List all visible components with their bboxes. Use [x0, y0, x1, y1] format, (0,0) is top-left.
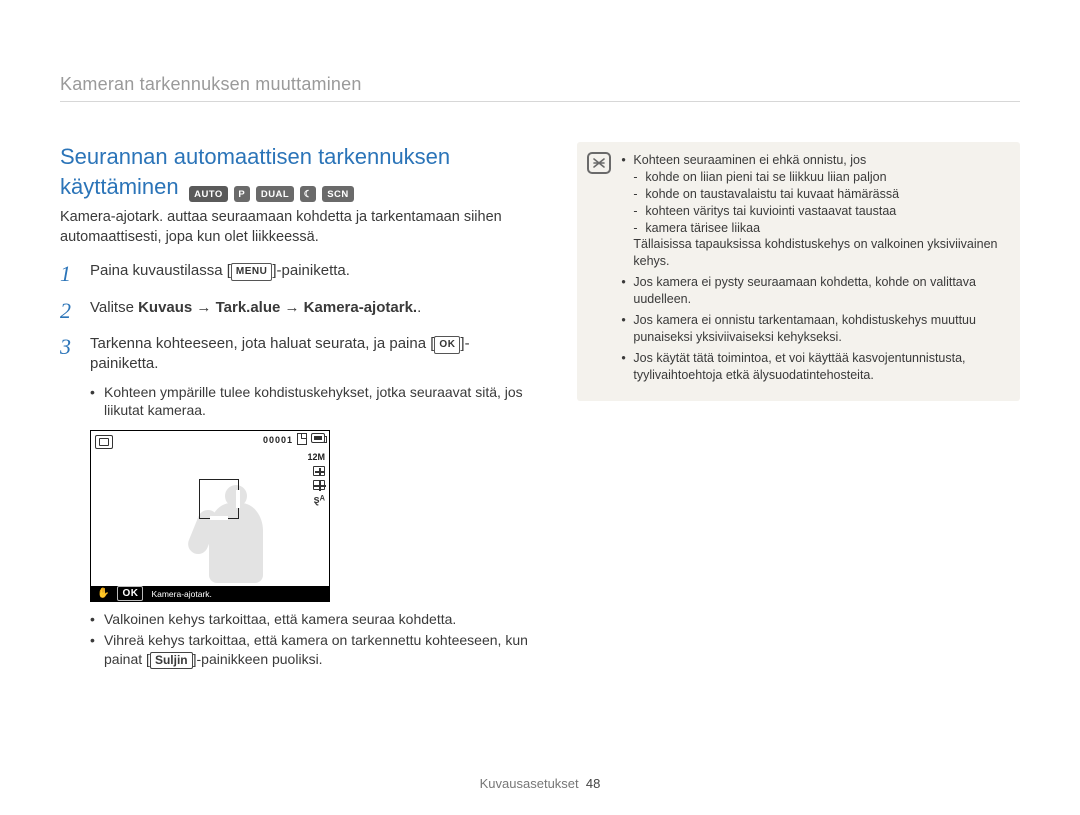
- step-number: 2: [60, 298, 80, 324]
- note-sublist: kohde on liian pieni tai se liikkuu liia…: [633, 169, 1008, 237]
- header-divider: [60, 101, 1020, 102]
- mode-badge-dual: DUAL: [256, 186, 294, 202]
- mode-badge-p: P: [234, 186, 250, 202]
- note-item-tail: Tällaisissa tapauksissa kohdistuskehys o…: [633, 237, 997, 268]
- step-text: Paina kuvaustilassa [MENU]-painiketta.: [90, 261, 537, 281]
- tracking-focus-frame-overlay: [199, 479, 239, 519]
- step-2: 2 Valitse Kuvaus → Tark.alue → Kamera-aj…: [60, 298, 537, 324]
- note-item: Kohteen seuraaminen ei ehkä onnistu, jos…: [621, 152, 1008, 270]
- tracking-mode-label: Kamera-ajotark.: [151, 589, 211, 599]
- note-item: Jos kamera ei onnistu tarkentamaan, kohd…: [621, 312, 1008, 346]
- mode-badge-scn: SCN: [322, 186, 354, 202]
- ok-key-icon: OK: [434, 336, 460, 354]
- list-item: Valkoinen kehys tarkoittaa, että kamera …: [90, 610, 537, 629]
- step-text: Tarkenna kohteeseen, jota haluat seurata…: [90, 334, 537, 375]
- intro-text: Kamera-ajotark. auttaa seuraamaan kohdet…: [60, 208, 537, 247]
- hand-palm-icon: ✋: [97, 588, 109, 599]
- section-title-line2: käyttäminen: [60, 174, 179, 199]
- ok-key-icon: OK: [117, 586, 143, 601]
- footer-section: Kuvausasetukset: [480, 776, 579, 791]
- step2-text-a: Valitse: [90, 299, 138, 316]
- note-box: Kohteen seuraaminen ei ehkä onnistu, jos…: [577, 142, 1020, 401]
- step-1: 1 Paina kuvaustilassa [MENU]-painiketta.: [60, 261, 537, 287]
- camera-mode-icon: [95, 435, 113, 449]
- right-column: Kohteen seuraaminen ei ehkä onnistu, jos…: [577, 142, 1020, 671]
- list-item: Vihreä kehys tarkoittaa, että kamera on …: [90, 631, 537, 669]
- section-title: Seurannan automaattisen tarkennuksen käy…: [60, 142, 537, 202]
- sub-bullet: Kohteen ympärille tulee kohdistuskehykse…: [90, 383, 537, 421]
- step1-text-b: ]-painiketta.: [272, 262, 350, 279]
- flash-icon: ȿᴬ: [314, 494, 325, 506]
- note-list: Kohteen seuraaminen ei ehkä onnistu, jos…: [621, 152, 1008, 383]
- step-number: 3: [60, 334, 80, 360]
- right-icon-stack: 12M ȿᴬ: [307, 453, 325, 506]
- mode-badge-auto: AUTO: [189, 186, 228, 202]
- note-item: Jos käytät tätä toimintoa, et voi käyttä…: [621, 350, 1008, 384]
- note-item-text: Kohteen seuraaminen ei ehkä onnistu, jos: [633, 153, 866, 167]
- step-number: 1: [60, 261, 80, 287]
- step3-text-a: Tarkenna kohteeseen, jota haluat seurata…: [90, 335, 434, 352]
- note-info-icon: [587, 152, 611, 174]
- note-subitem: kohde on liian pieni tai se liikkuu liia…: [633, 169, 1008, 186]
- battery-icon: [311, 433, 325, 443]
- step2-bold-path: Kuvaus → Tark.alue → Kamera-ajotark.: [138, 299, 417, 316]
- camera-bottom-bar: ✋ OK Kamera-ajotark.: [91, 586, 329, 601]
- page: Kameran tarkennuksen muuttaminen Seurann…: [0, 0, 1080, 815]
- af-point-icon: [313, 466, 325, 476]
- step-text: Valitse Kuvaus → Tark.alue → Kamera-ajot…: [90, 298, 537, 318]
- note-subitem: kamera tärisee liikaa: [633, 220, 1008, 237]
- mode-badge-night: ☾: [300, 186, 316, 202]
- note-subitem: kohde on taustavalaistu tai kuvaat hämär…: [633, 186, 1008, 203]
- sd-card-icon: [297, 433, 307, 445]
- post-illustration-bullets: Valkoinen kehys tarkoittaa, että kamera …: [90, 610, 537, 669]
- menu-key-icon: MENU: [231, 263, 272, 281]
- step-3: 3 Tarkenna kohteeseen, jota haluat seura…: [60, 334, 537, 375]
- steps-list: 1 Paina kuvaustilassa [MENU]-painiketta.…: [60, 261, 537, 374]
- image-size-label: 12M: [307, 453, 325, 462]
- note-item: Jos kamera ei pysty seuraamaan kohdetta,…: [621, 274, 1008, 308]
- section-title-line1: Seurannan automaattisen tarkennuksen: [60, 142, 537, 172]
- camera-preview-illustration: 00001 12M ȿᴬ ✋ OK: [90, 430, 330, 602]
- mode-badges: AUTO P DUAL ☾ SCN: [189, 186, 354, 202]
- note-subitem: kohteen väritys tai kuviointi vastaavat …: [633, 203, 1008, 220]
- step3-subbullets: Kohteen ympärille tulee kohdistuskehykse…: [90, 383, 537, 421]
- left-column: Seurannan automaattisen tarkennuksen käy…: [60, 142, 537, 671]
- page-number: 48: [586, 776, 600, 791]
- step2-text-b: .: [417, 299, 421, 316]
- metering-icon: [313, 480, 325, 490]
- page-footer: Kuvausasetukset 48: [0, 776, 1080, 791]
- step1-text-a: Paina kuvaustilassa [: [90, 262, 231, 279]
- frame-counter: 00001: [263, 435, 293, 445]
- bullet2-text-b: ]-painikkeen puoliksi.: [193, 651, 323, 667]
- page-breadcrumb: Kameran tarkennuksen muuttaminen: [60, 74, 1020, 95]
- content-columns: Seurannan automaattisen tarkennuksen käy…: [60, 142, 1020, 671]
- shutter-key-label: Suljin: [150, 652, 193, 668]
